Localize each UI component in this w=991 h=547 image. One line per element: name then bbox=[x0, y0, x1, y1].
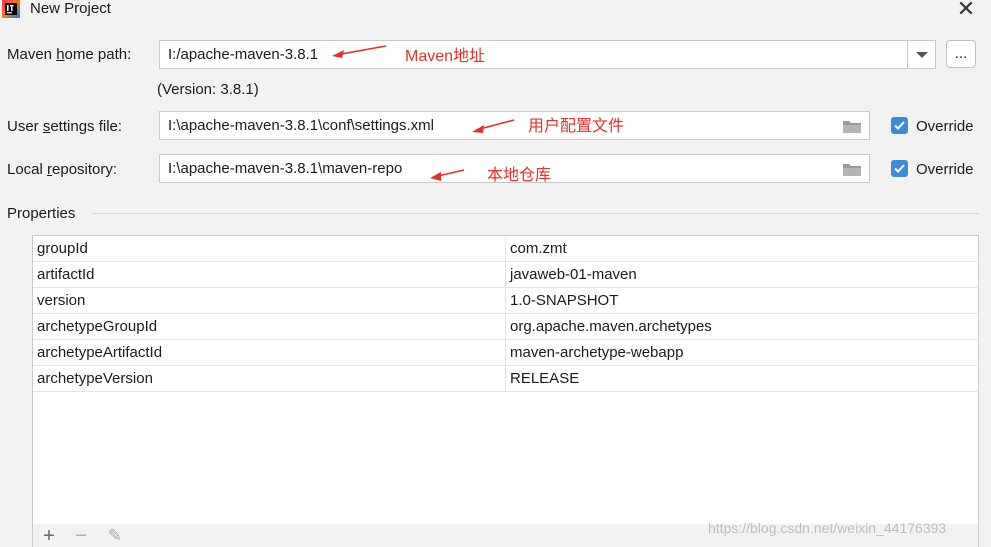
property-key[interactable]: archetypeVersion bbox=[37, 366, 153, 392]
folder-icon[interactable] bbox=[843, 163, 861, 176]
edit-icon[interactable]: ✎ bbox=[105, 526, 125, 546]
user-settings-annotation: 用户配置文件 bbox=[528, 118, 625, 135]
user-settings-label-pre: User bbox=[7, 118, 43, 135]
watermark: https://blog.csdn.net/weixin_44176393 bbox=[708, 520, 947, 536]
column-divider bbox=[505, 366, 506, 392]
local-repository-value[interactable]: I:\apache-maven-3.8.1\maven-repo bbox=[168, 155, 402, 183]
local-repo-label-pre: Local bbox=[7, 161, 48, 178]
properties-divider bbox=[92, 213, 979, 214]
checkmark-icon bbox=[894, 164, 905, 173]
property-key[interactable]: groupId bbox=[37, 236, 88, 262]
local-repository-override-checkbox[interactable] bbox=[891, 160, 908, 177]
property-value[interactable]: org.apache.maven.archetypes bbox=[510, 314, 712, 340]
property-key[interactable]: archetypeArtifactId bbox=[37, 340, 162, 366]
maven-home-label-mnemonic: h bbox=[56, 46, 65, 63]
column-divider bbox=[505, 288, 506, 314]
local-repo-label-post: epository: bbox=[52, 161, 118, 178]
column-divider bbox=[505, 236, 506, 262]
folder-icon[interactable] bbox=[843, 120, 861, 133]
annotation-arrow-icon bbox=[472, 119, 515, 133]
maven-home-label-pre: Maven bbox=[7, 46, 57, 63]
maven-home-annotation: Maven地址 bbox=[405, 48, 486, 65]
title-bar: New Project ✕ bbox=[0, 0, 991, 20]
properties-section-label: Properties bbox=[7, 205, 76, 222]
remove-icon[interactable]: − bbox=[71, 526, 91, 546]
add-icon[interactable]: + bbox=[39, 526, 59, 546]
maven-home-combobox[interactable]: I:/apache-maven-3.8.1 bbox=[159, 40, 936, 69]
property-value[interactable]: com.zmt bbox=[510, 236, 567, 262]
close-icon[interactable]: ✕ bbox=[955, 0, 977, 20]
column-divider bbox=[505, 262, 506, 288]
property-value[interactable]: maven-archetype-webapp bbox=[510, 340, 683, 366]
properties-table[interactable]: groupId com.zmt artifactId javaweb-01-ma… bbox=[32, 235, 979, 525]
user-settings-label: User settings file: bbox=[7, 117, 122, 137]
column-divider bbox=[505, 314, 506, 340]
maven-home-value[interactable]: I:/apache-maven-3.8.1 bbox=[168, 41, 318, 69]
property-key[interactable]: artifactId bbox=[37, 262, 95, 288]
intellij-logo-icon bbox=[2, 0, 20, 18]
local-repository-override-label[interactable]: Override bbox=[916, 160, 974, 180]
user-settings-override-label[interactable]: Override bbox=[916, 117, 974, 137]
annotation-arrow-icon bbox=[332, 45, 387, 58]
property-key[interactable]: version bbox=[37, 288, 85, 314]
table-row[interactable]: groupId com.zmt bbox=[33, 236, 978, 262]
property-value[interactable]: javaweb-01-maven bbox=[510, 262, 637, 288]
user-settings-override-checkbox[interactable] bbox=[891, 117, 908, 134]
user-settings-label-post: ettings file: bbox=[50, 118, 123, 135]
column-divider bbox=[505, 340, 506, 366]
maven-version-text: (Version: 3.8.1) bbox=[157, 81, 259, 98]
local-repository-label: Local repository: bbox=[7, 160, 117, 180]
property-key[interactable]: archetypeGroupId bbox=[37, 314, 157, 340]
annotation-arrow-icon bbox=[430, 169, 465, 181]
browse-maven-home-button[interactable]: ... bbox=[946, 40, 976, 68]
table-row[interactable]: artifactId javaweb-01-maven bbox=[33, 262, 978, 288]
chevron-down-icon[interactable] bbox=[907, 41, 935, 68]
maven-home-label-post: ome path: bbox=[64, 46, 132, 63]
maven-home-label: Maven home path: bbox=[7, 45, 131, 65]
local-repository-annotation: 本地仓库 bbox=[487, 167, 552, 184]
user-settings-value[interactable]: I:\apache-maven-3.8.1\conf\settings.xml bbox=[168, 112, 434, 140]
table-row[interactable]: version 1.0-SNAPSHOT bbox=[33, 288, 978, 314]
property-value[interactable]: 1.0-SNAPSHOT bbox=[510, 288, 618, 314]
table-row[interactable]: archetypeGroupId org.apache.maven.archet… bbox=[33, 314, 978, 340]
checkmark-icon bbox=[894, 121, 905, 130]
table-row[interactable]: archetypeVersion RELEASE bbox=[33, 366, 978, 392]
table-row[interactable]: archetypeArtifactId maven-archetype-weba… bbox=[33, 340, 978, 366]
window-title: New Project bbox=[30, 0, 111, 17]
property-value[interactable]: RELEASE bbox=[510, 366, 579, 392]
